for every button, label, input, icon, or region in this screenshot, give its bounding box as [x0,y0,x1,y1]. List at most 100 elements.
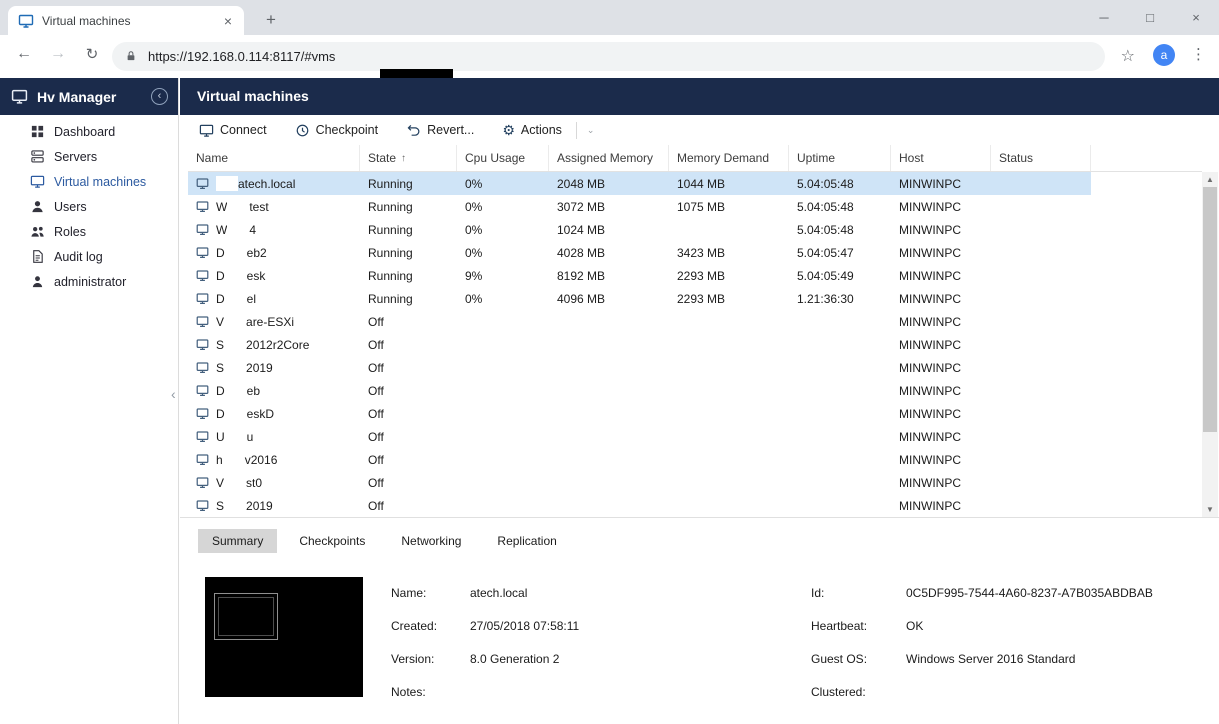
vm-icon [196,499,209,512]
tab-summary[interactable]: Summary [198,529,278,553]
vm-icon [196,407,209,420]
scroll-up-icon[interactable]: ▲ [1202,172,1218,187]
gear-icon: ⚙ [502,121,515,138]
vm-row[interactable]: W4 Running 0% 1024 MB 5.04:05:48 MINWINP… [188,218,1091,241]
back-icon[interactable]: ← [12,45,36,63]
profile-avatar[interactable]: a [1153,44,1175,66]
scroll-down-icon[interactable]: ▼ [1202,502,1218,517]
vm-assigned-memory-cell: 3072 MB [557,199,606,214]
connect-label: Connect [220,123,267,137]
window-maximize-button[interactable]: □ [1127,0,1173,35]
sidebar-collapse-button[interactable]: ‹ [151,88,168,105]
main-panel: Virtual machines Connect Checkpoint Reve… [180,78,1219,724]
summary-panel: Name: atech.local Created: 27/05/2018 07:5… [180,561,1219,724]
vm-cpu-cell: 9% [465,268,483,283]
vm-row[interactable]: S 2019 Off MINWINPC [188,356,1091,379]
vm-row[interactable]: Deb2 Running 0% 4028 MB 3423 MB 5.04:05:… [188,241,1091,264]
vm-uptime-cell: 5.04:05:49 [797,268,854,283]
vm-row[interactable]: h v2016 Off MINWINPC [188,448,1091,471]
actions-label: Actions [520,123,562,137]
column-header-assigned-memory[interactable]: Assigned Memory [549,145,669,171]
vm-console-thumbnail[interactable] [205,577,363,697]
detail-tabs-bar: Summary Checkpoints Networking Replicati… [180,517,1219,561]
column-header-state[interactable]: State ↑ [360,145,457,171]
vm-memory-demand-cell: 1044 MB [677,176,726,191]
vm-host-cell: MINWINPC [899,222,961,237]
actions-chevron-down-icon[interactable]: ⌄ [587,125,595,136]
vm-state-cell: Off [368,452,384,467]
column-header-memory-demand[interactable]: Memory Demand [669,145,789,171]
vm-assigned-memory-cell: 4096 MB [557,291,606,306]
vm-row[interactable]: Vst0 Off MINWINPC [188,471,1091,494]
actions-button[interactable]: ⚙ Actions [502,121,562,138]
vm-assigned-memory-cell: 8192 MB [557,268,606,283]
vm-row[interactable]: Uu Off MINWINPC [188,425,1091,448]
column-header-cpu-usage[interactable]: Cpu Usage [457,145,549,171]
vm-row[interactable]: Deb Off MINWINPC [188,379,1091,402]
scroll-thumb[interactable] [1203,187,1217,432]
vm-icon [196,177,209,190]
tab-title: Virtual machines [42,13,131,28]
window-close-button[interactable]: × [1173,0,1219,35]
forward-icon[interactable]: → [46,45,70,63]
sidebar-item-audit-log[interactable]: Audit log [0,244,178,269]
name-redaction [224,383,247,398]
vm-row[interactable]: Wtest Running 0% 3072 MB 1075 MB 5.04:05… [188,195,1091,218]
browser-tab[interactable]: Virtual machines × [8,6,244,35]
vm-row[interactable]: DeskD Off MINWINPC [188,402,1091,425]
revert-label: Revert... [427,123,475,137]
checkpoint-label: Checkpoint [315,123,379,137]
sidebar-item-dashboard[interactable]: Dashboard [0,119,178,144]
vm-host-cell: MINWINPC [899,245,961,260]
column-header-host[interactable]: Host [891,145,991,171]
padlock-icon [125,50,137,64]
toolbar-divider [575,121,577,139]
vm-host-cell: MINWINPC [899,360,961,375]
browser-menu-icon[interactable]: ⋮ [1191,45,1206,63]
sidebar-item-users[interactable]: Users [0,194,178,219]
connect-button[interactable]: Connect [199,123,267,138]
vm-cpu-cell: 0% [465,222,483,237]
vm-row[interactable]: Del Running 0% 4096 MB 2293 MB 1.21:36:3… [188,287,1091,310]
sidebar-item-servers[interactable]: Servers [0,144,178,169]
tab-replication[interactable]: Replication [483,529,570,553]
revert-button[interactable]: Revert... [406,123,474,138]
address-bar[interactable]: https://192.168.0.114:8117/#vms [112,42,1105,71]
vm-state-cell: Running [368,245,413,260]
name-redaction [224,429,247,444]
vm-memory-demand-cell: 2293 MB [677,268,726,283]
sidebar-item-administrator[interactable]: administrator [0,269,178,294]
new-tab-button[interactable]: + [258,7,284,33]
vm-row[interactable]: atech.local Running 0% 2048 MB 1044 MB 5… [188,172,1091,195]
bookmark-star-icon[interactable]: ☆ [1121,46,1135,66]
app-frame: Hv Manager ‹ Dashboard Servers Virtual m… [0,78,1219,724]
field-value-id: 0C5DF995-7544-4A60-8237-A7B035ABDBAB [906,586,1153,600]
column-header-status[interactable]: Status [991,145,1091,171]
vm-cpu-cell: 0% [465,176,483,191]
vm-row[interactable]: S 2012r2Core Off MINWINPC [188,333,1091,356]
column-header-name[interactable]: Name [188,145,360,171]
tab-checkpoints[interactable]: Checkpoints [285,529,379,553]
vm-assigned-memory-cell: 2048 MB [557,176,606,191]
vm-name-cell: Uu [188,429,360,444]
vm-host-cell: MINWINPC [899,498,961,513]
vm-state-cell: Running [368,291,413,306]
tab-networking[interactable]: Networking [387,529,475,553]
window-minimize-button[interactable]: ─ [1081,0,1127,35]
vm-row[interactable]: Desk Running 9% 8192 MB 2293 MB 5.04:05:… [188,264,1091,287]
tab-close-icon[interactable]: × [222,13,234,29]
vm-row[interactable]: Vare-ESXi Off MINWINPC [188,310,1091,333]
checkpoint-button[interactable]: Checkpoint [295,123,379,138]
reload-icon[interactable]: ↻ [80,45,104,63]
vertical-scrollbar[interactable]: ▲ ▼ [1202,172,1218,517]
sidebar-resize-handle[interactable]: ‹ [171,386,176,402]
vm-row[interactable]: S 2019 Off MINWINPC [188,494,1091,517]
field-label-name: Name: [391,586,427,600]
vm-uptime-cell: 5.04:05:47 [797,245,854,260]
column-header-uptime[interactable]: Uptime [789,145,891,171]
sidebar-item-virtual-machines[interactable]: Virtual machines [0,169,178,194]
sidebar-item-roles[interactable]: Roles [0,219,178,244]
vm-toolbar: Connect Checkpoint Revert... ⚙ Actions ⌄ [180,115,1219,145]
field-label-id: Id: [811,586,825,600]
name-redaction [224,291,247,306]
